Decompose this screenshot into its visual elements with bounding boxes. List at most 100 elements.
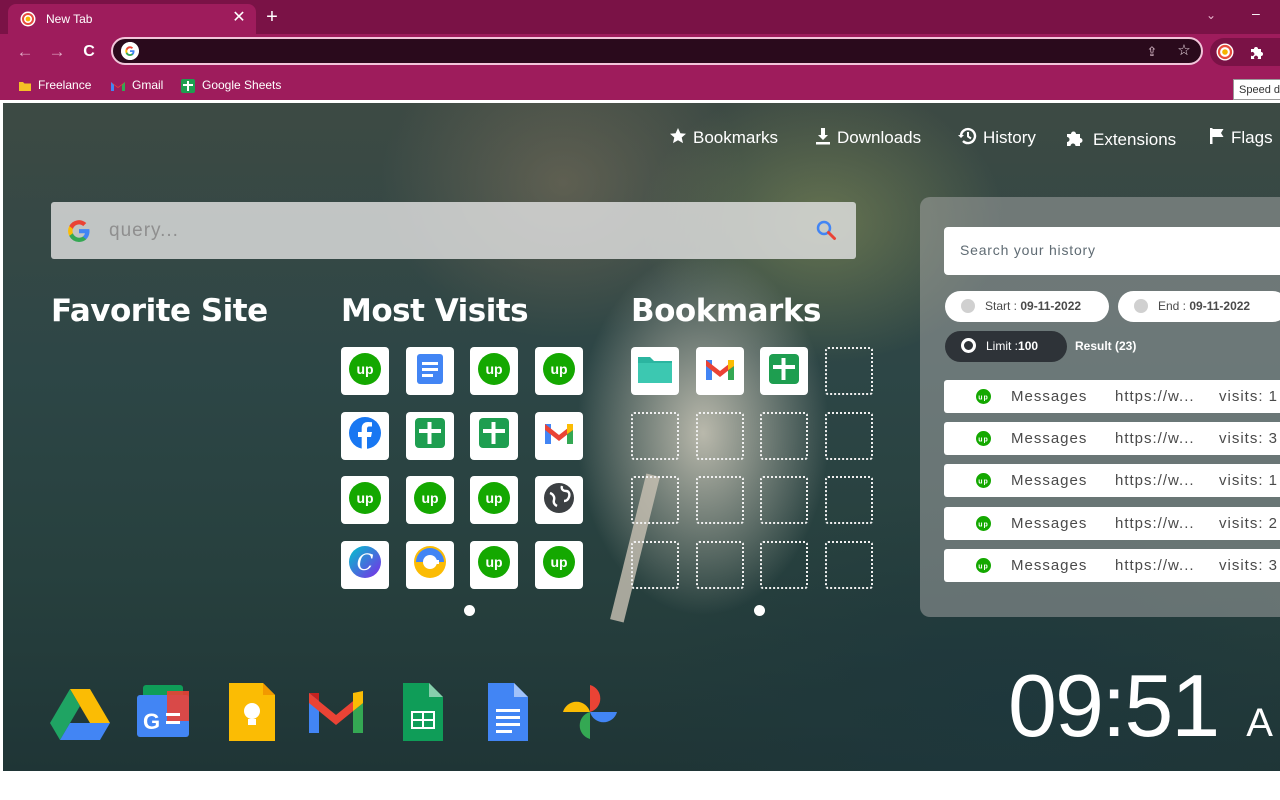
google-drive-icon[interactable] — [49, 681, 111, 743]
search-icon[interactable] — [815, 219, 837, 241]
upwork-icon: up — [542, 545, 576, 584]
google-sheets-icon — [413, 416, 447, 455]
most-visits-tile[interactable]: up — [341, 476, 389, 524]
history-limit-toggle[interactable]: Limit :100 — [945, 331, 1067, 362]
most-visits-tile[interactable] — [405, 540, 454, 589]
history-search-input[interactable]: Search your history — [944, 227, 1280, 275]
gmail-icon[interactable] — [305, 681, 367, 743]
history-row-url: https://w... — [1115, 472, 1195, 490]
svg-text:up: up — [356, 490, 373, 506]
most-visits-tile[interactable]: up — [470, 347, 518, 395]
web-search-box[interactable]: query... — [51, 202, 856, 259]
address-bar[interactable]: ⇪ ☆ — [111, 37, 1203, 65]
svg-text:up: up — [978, 563, 989, 570]
google-sheets-icon[interactable] — [391, 681, 453, 743]
new-tab-button[interactable]: + — [262, 7, 282, 27]
bookmark-google-sheets[interactable]: Google Sheets — [180, 77, 281, 93]
nav-downloads[interactable]: Downloads — [815, 127, 921, 147]
empty-bookmark-slot[interactable] — [824, 476, 873, 524]
history-row[interactable]: up Messages https://w... visits: 2 — [944, 506, 1280, 540]
google-keep-icon[interactable] — [221, 681, 283, 743]
most-visits-tile[interactable]: up — [405, 476, 454, 524]
most-visits-tile[interactable]: up — [470, 540, 518, 589]
bookmarks-page-dot[interactable] — [754, 605, 765, 616]
clock-time: 09:51 A — [1008, 656, 1273, 755]
empty-bookmark-slot[interactable] — [824, 540, 873, 589]
history-row[interactable]: up Messages https://w... visits: 1 — [944, 380, 1280, 413]
history-row[interactable]: up Messages https://w... visits: 1 — [944, 464, 1280, 498]
google-news-icon[interactable]: G — [133, 681, 195, 743]
svg-text:C: C — [357, 551, 374, 576]
extensions-puzzle-icon[interactable] — [1248, 43, 1266, 61]
extension-tooltip: Speed d — [1233, 79, 1280, 100]
google-docs-icon[interactable] — [476, 681, 538, 743]
tab-close-icon[interactable]: ✕ — [230, 9, 248, 27]
most-visits-tile[interactable] — [341, 411, 389, 460]
history-row-visits: visits: 2 — [1219, 514, 1279, 532]
share-icon[interactable]: ⇪ — [1143, 43, 1161, 61]
tab-new-tab[interactable]: New Tab ✕ — [8, 4, 256, 34]
bookmark-gmail[interactable]: Gmail — [110, 77, 163, 93]
speed-dial-page: Bookmarks Downloads History Extensions F… — [3, 103, 1280, 771]
bookmark-star-icon[interactable]: ☆ — [1175, 42, 1193, 60]
history-panel: Search your history Start : 09-11-2022 E… — [920, 197, 1280, 617]
empty-bookmark-slot[interactable] — [695, 476, 744, 524]
most-visits-tile[interactable] — [470, 411, 518, 460]
most-visits-heading: Most Visits — [341, 293, 529, 329]
empty-bookmark-slot[interactable] — [760, 411, 808, 460]
empty-bookmark-slot[interactable] — [760, 540, 808, 589]
svg-text:up: up — [978, 395, 989, 402]
google-photos-icon[interactable] — [559, 681, 621, 743]
empty-bookmark-slot[interactable] — [695, 411, 744, 460]
empty-bookmark-slot[interactable] — [824, 411, 873, 460]
empty-bookmark-slot[interactable] — [695, 540, 744, 589]
reload-icon[interactable]: C — [80, 43, 98, 61]
upwork-icon: up — [348, 352, 382, 391]
upwork-icon: up — [477, 481, 511, 520]
nav-bookmarks[interactable]: Bookmarks — [669, 127, 778, 147]
upwork-icon: up — [976, 473, 991, 489]
empty-bookmark-slot[interactable] — [824, 347, 873, 395]
history-start-date[interactable]: Start : 09-11-2022 — [945, 291, 1109, 322]
puzzle-icon — [1067, 131, 1083, 146]
most-visits-tile[interactable] — [534, 411, 583, 460]
gmail-icon — [542, 416, 576, 455]
most-visits-tile[interactable]: up — [470, 476, 518, 524]
forward-arrow-icon[interactable]: → — [48, 43, 66, 61]
empty-bookmark-slot[interactable] — [760, 476, 808, 524]
most-visits-tile[interactable]: up — [534, 347, 583, 395]
history-row[interactable]: up Messages https://w... visits: 3 — [944, 548, 1280, 582]
gmail-icon — [111, 81, 125, 91]
bookmark-tile[interactable] — [760, 347, 808, 395]
bookmark-freelance[interactable]: Freelance — [18, 77, 91, 93]
upwork-icon: up — [542, 352, 576, 391]
most-visits-tile[interactable]: up — [534, 540, 583, 589]
empty-bookmark-slot[interactable] — [631, 476, 679, 524]
bookmark-tile[interactable] — [695, 347, 744, 395]
history-row-title: Messages — [1011, 388, 1088, 405]
most-visits-tile[interactable]: C — [341, 540, 389, 589]
history-end-date[interactable]: End : 09-11-2022 — [1118, 291, 1280, 322]
back-arrow-icon[interactable]: ← — [16, 43, 34, 61]
most-visits-page-dot[interactable] — [464, 605, 475, 616]
upwork-icon: up — [477, 545, 511, 584]
bookmark-tile[interactable] — [631, 347, 679, 395]
most-visits-tile[interactable] — [405, 347, 454, 395]
nav-flags[interactable]: Flags — [1209, 127, 1273, 147]
bookmarks-heading: Bookmarks — [631, 293, 821, 329]
speed-dial-extension-icon[interactable] — [1216, 43, 1234, 61]
bookmarks-bar: Freelance Gmail Google Sheets — [0, 70, 1280, 100]
most-visits-tile[interactable]: up — [341, 347, 389, 395]
most-visits-tile[interactable] — [534, 476, 583, 524]
history-row-visits: visits: 1 — [1219, 388, 1279, 405]
nav-extensions[interactable]: Extensions — [1065, 127, 1176, 149]
window-minimize-icon[interactable]: – — [1252, 5, 1268, 21]
history-row[interactable]: up Messages https://w... visits: 3 — [944, 422, 1280, 456]
tab-search-chevron-icon[interactable]: ⌄ — [1206, 8, 1224, 22]
nav-history[interactable]: History — [957, 127, 1036, 147]
most-visits-tile[interactable] — [405, 411, 454, 460]
svg-text:up: up — [550, 361, 567, 377]
svg-text:up: up — [978, 437, 989, 444]
empty-bookmark-slot[interactable] — [631, 411, 679, 460]
empty-bookmark-slot[interactable] — [631, 540, 679, 589]
